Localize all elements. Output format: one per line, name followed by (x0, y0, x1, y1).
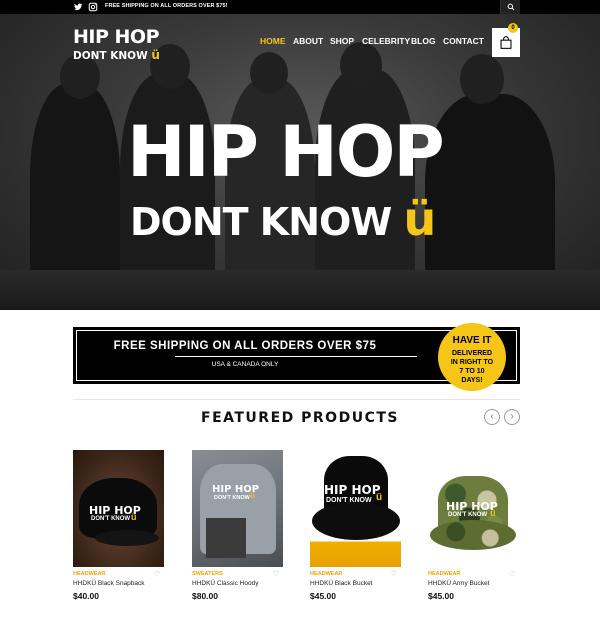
hero-headline-line1: HIP HOP (127, 111, 445, 193)
delivery-badge-line3: 7 TO 10 DAYS! (459, 368, 485, 384)
product-price: $40.00 (73, 591, 99, 601)
hero-headline-u: ü (403, 192, 437, 246)
delivery-badge-text: DELIVERED IN RIGHT TO 7 TO 10 DAYS! (438, 349, 506, 385)
product-card[interactable]: HIP HOP DON'T KNOW ü HEADWEAR ♡ HHDKÜ Bl… (73, 450, 164, 601)
shipping-banner-rule (175, 356, 417, 357)
product-category[interactable]: HEADWEAR (73, 571, 105, 577)
product-category[interactable]: HEADWEAR (428, 571, 460, 577)
product-image[interactable]: HIP HOP DON'T KNOW ü (73, 450, 164, 567)
chevron-left-icon: ‹ (490, 411, 494, 422)
logo-u: ü (151, 48, 160, 62)
product-price: $45.00 (310, 591, 336, 601)
search-button[interactable] (500, 0, 520, 14)
shipping-banner-subtitle: USA & CANADA ONLY (211, 361, 279, 368)
army-bucket-brim-shape (430, 520, 516, 550)
delivery-badge: HAVE IT DELIVERED IN RIGHT TO 7 TO 10 DA… (438, 323, 506, 391)
logo-line2-text: DONT KNOW (73, 50, 148, 62)
chevron-right-icon: › (510, 411, 514, 422)
nav-contact[interactable]: CONTACT (443, 36, 484, 48)
wishlist-heart-icon[interactable]: ♡ (391, 570, 397, 578)
product-image[interactable]: HIP HOP DON'T KNOW ü (192, 450, 283, 567)
snapback-brim-shape (95, 530, 159, 546)
hero-headline-line2: DONT KNOW ü (130, 196, 436, 244)
product-image-text2: DON'T KNOW (91, 516, 131, 522)
product-name[interactable]: HHDKÜ Army Bucket (428, 580, 489, 587)
site-logo[interactable]: HIP HOP DONT KNOW ü (73, 26, 173, 70)
product-image-u: ü (490, 508, 496, 518)
twitter-icon[interactable] (73, 2, 83, 12)
section-divider (73, 399, 520, 400)
instagram-icon[interactable] (88, 2, 98, 12)
cart-count-badge: 0 (508, 23, 518, 33)
cart-button[interactable] (492, 28, 520, 57)
product-price: $80.00 (192, 591, 218, 601)
search-icon (507, 3, 515, 11)
product-image-text2: DON'T KNOW (326, 497, 372, 504)
product-card[interactable]: HIP HOP DON'T KNOW ü SWEATERS ♡ HHDKÜ Cl… (192, 450, 283, 601)
carousel-next-button[interactable]: › (504, 409, 520, 425)
product-image-u: ü (376, 492, 383, 503)
product-category[interactable]: SWEATERS (192, 571, 223, 577)
delivery-badge-title: HAVE IT (452, 335, 492, 346)
product-name[interactable]: HHDKÜ Black Snapback (73, 580, 145, 587)
hero-figure-head (250, 52, 288, 94)
wishlist-heart-icon[interactable]: ♡ (509, 570, 515, 578)
nav-celebrity[interactable]: CELEBRITY (362, 36, 410, 48)
product-name[interactable]: HHDKÜ Black Bucket (310, 580, 373, 587)
product-image-u: ü (131, 512, 137, 522)
product-category[interactable]: HEADWEAR (310, 571, 342, 577)
nav-shop[interactable]: SHOP (330, 36, 354, 48)
product-image[interactable]: HIP HOP DON'T KNOW ü (428, 450, 519, 567)
hoody-book-shape (206, 518, 246, 558)
shipping-announcement: FREE SHIPPING ON ALL ORDERS OVER $75! (105, 3, 228, 9)
product-name[interactable]: HHDKÜ Classic Hoody (192, 580, 258, 587)
product-image-text2: DON'T KNOW (448, 512, 488, 518)
product-image-text2: DON'T KNOW (214, 495, 250, 501)
shopping-bag-icon (500, 36, 512, 49)
logo-line1: HIP HOP (73, 26, 160, 48)
nav-about[interactable]: ABOUT (293, 36, 323, 48)
product-image-text: HIP HOP (324, 483, 381, 497)
hero-figure-head (460, 54, 504, 104)
product-image-u: ü (250, 491, 255, 500)
product-card[interactable]: HIP HOP DON'T KNOW ü HEADWEAR ♡ HHDKÜ Bl… (310, 450, 401, 601)
top-bar: FREE SHIPPING ON ALL ORDERS OVER $75! (0, 0, 600, 14)
nav-home[interactable]: HOME (260, 36, 286, 48)
wishlist-heart-icon[interactable]: ♡ (273, 570, 279, 578)
carousel-prev-button[interactable]: ‹ (484, 409, 500, 425)
product-card[interactable]: HIP HOP DON'T KNOW ü HEADWEAR ♡ HHDKÜ Ar… (428, 450, 519, 601)
wishlist-heart-icon[interactable]: ♡ (154, 570, 160, 578)
product-image[interactable]: HIP HOP DON'T KNOW ü (310, 450, 401, 567)
nav-blog[interactable]: BLOG (411, 36, 436, 48)
delivery-badge-line2: DELIVERED IN RIGHT TO (450, 350, 494, 366)
bucket-hat-brim-shape (312, 502, 400, 540)
hero-headline-line2-text: DONT KNOW (130, 200, 392, 244)
logo-line2: DONT KNOW ü (73, 48, 160, 62)
shipping-banner-title: FREE SHIPPING ON ALL ORDERS OVER $75 (113, 340, 377, 352)
hero-banner: HIP HOP DONT KNOW ü HOME ABOUT SHOP CELE… (0, 14, 600, 310)
hero-figure-head (340, 42, 382, 88)
hero-ground (0, 270, 600, 310)
product-price: $45.00 (428, 591, 454, 601)
